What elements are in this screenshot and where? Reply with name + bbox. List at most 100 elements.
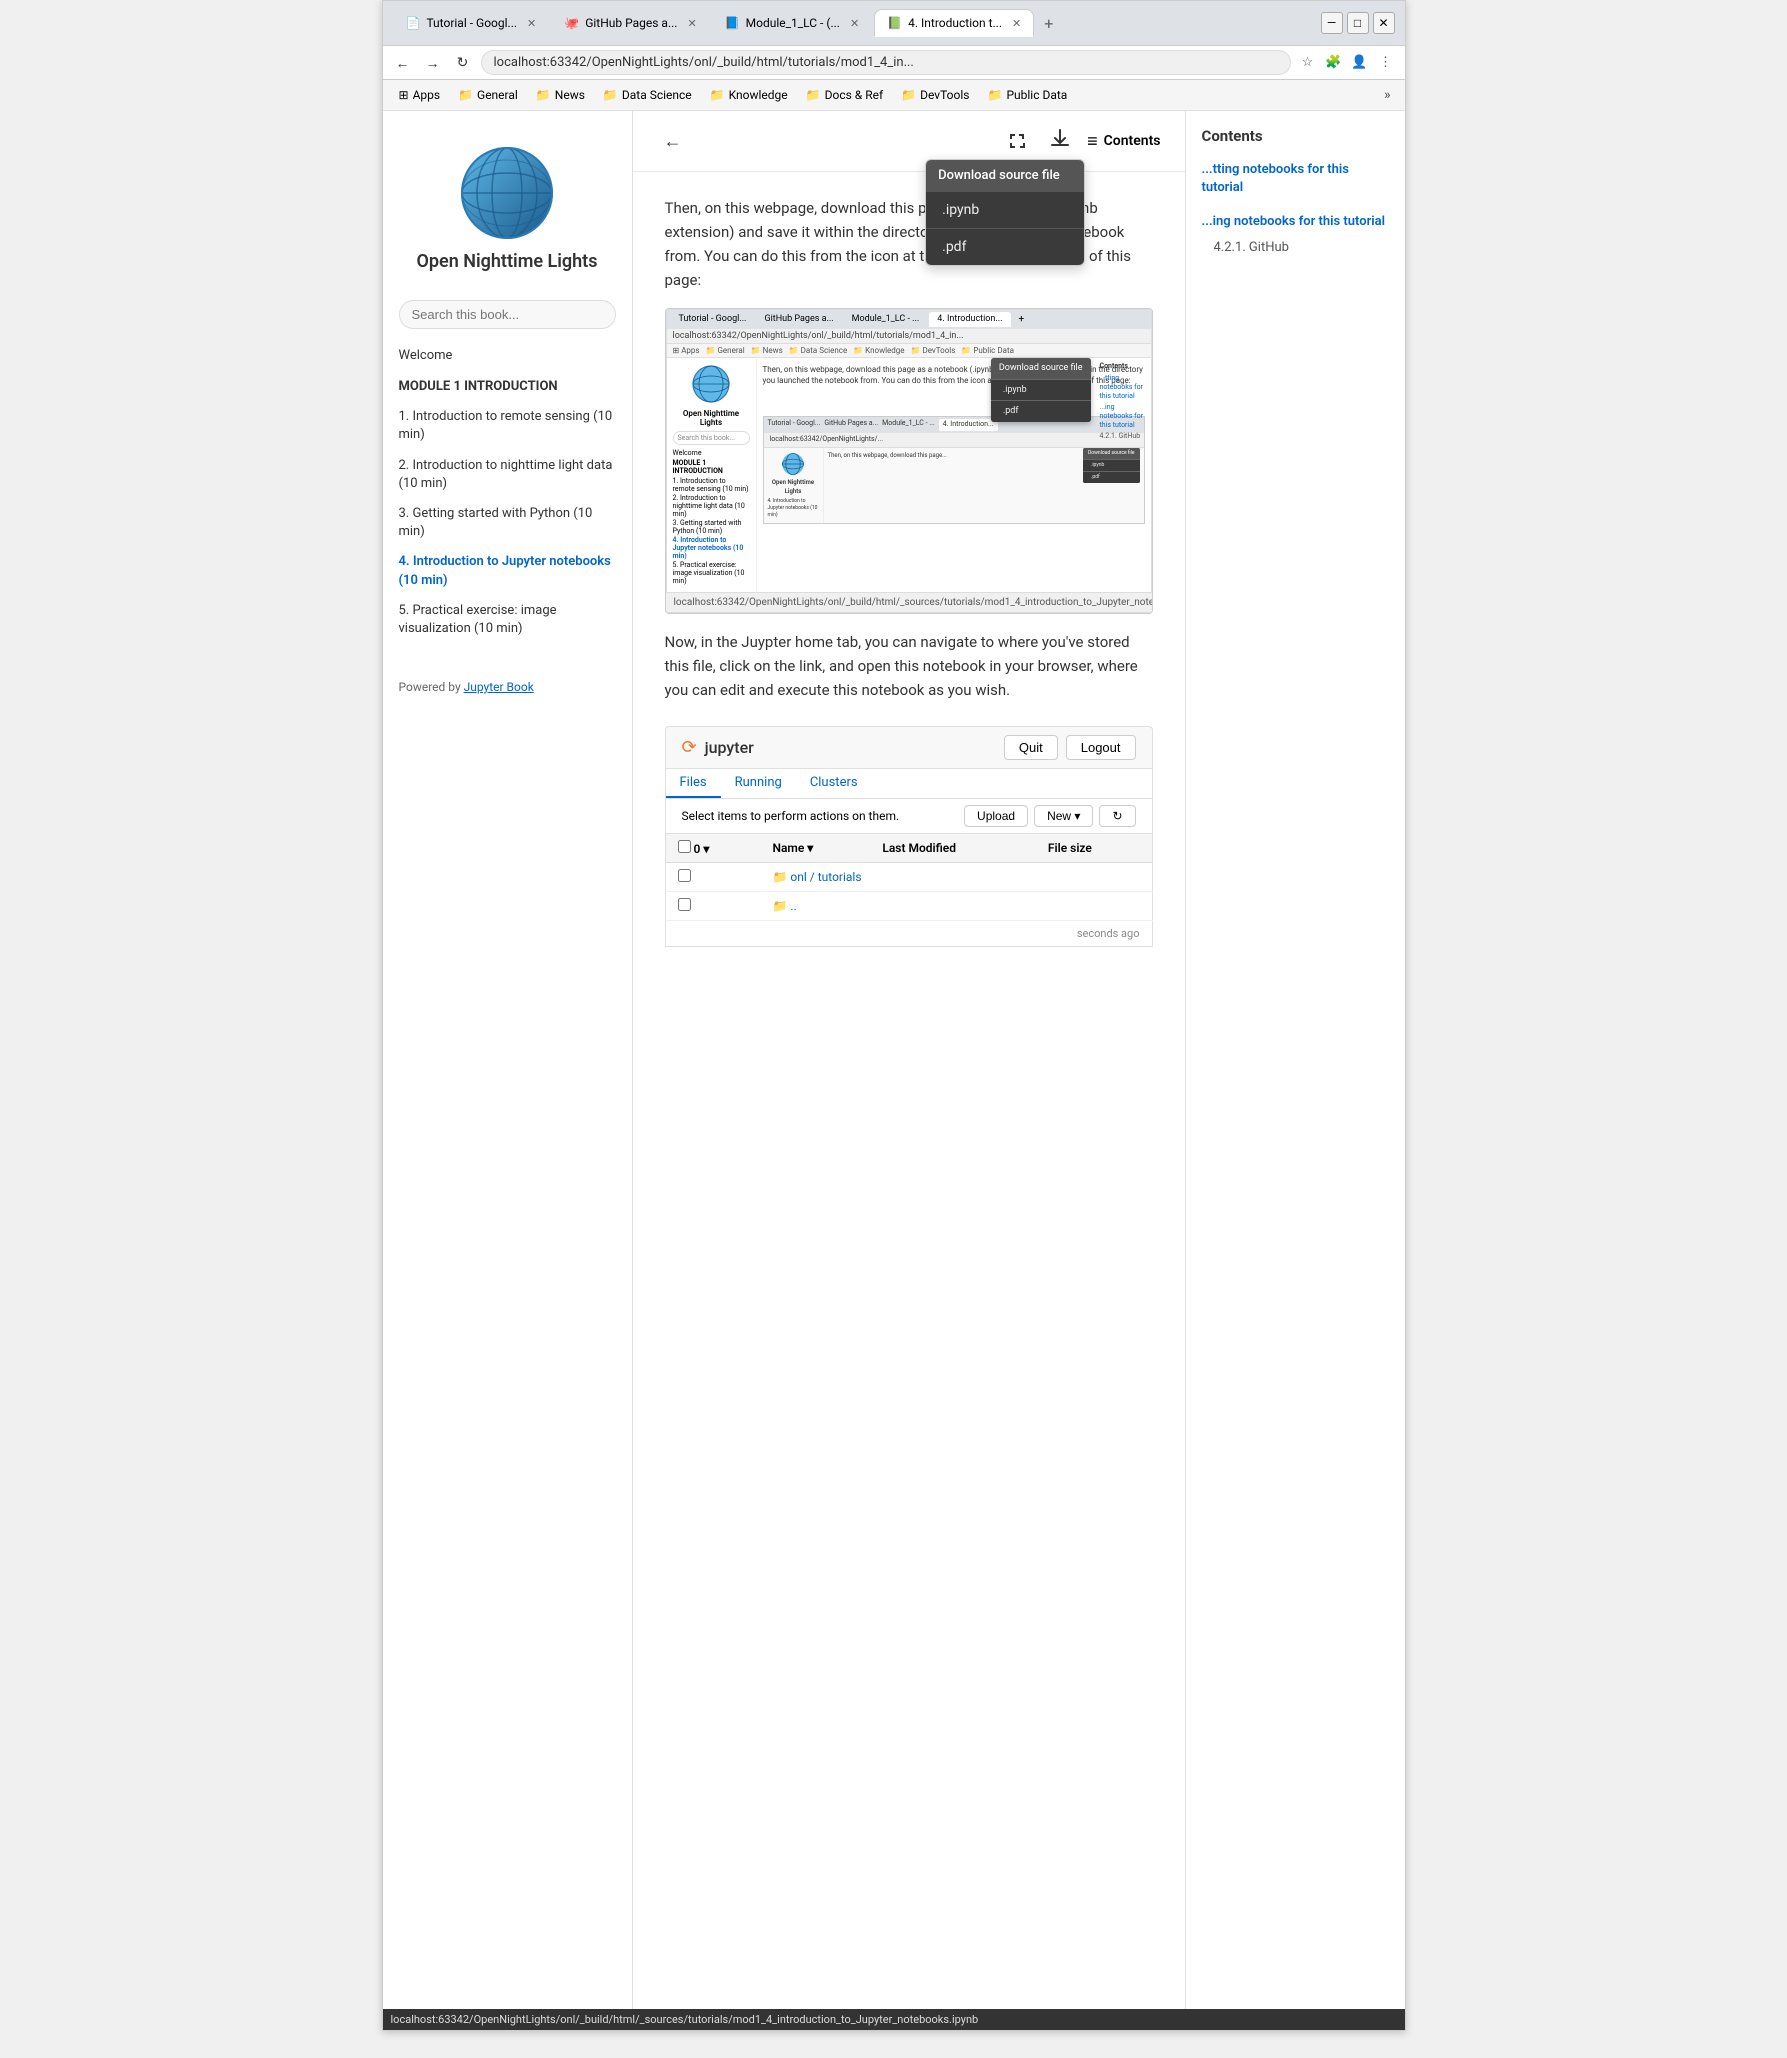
bookmark-public-data[interactable]: 📁 Public Data xyxy=(979,85,1075,105)
tab-github[interactable]: 🐙 GitHub Pages a... ✕ xyxy=(551,9,709,37)
nested-tabs: Tutorial - Googl... GitHub Pages a... Mo… xyxy=(667,310,1151,329)
jupyter-tab-clusters[interactable]: Clusters xyxy=(796,769,872,798)
tab4-icon: 📗 xyxy=(887,16,902,30)
nested-tab4: 4. Introduction... xyxy=(929,312,1010,327)
tab2-label: GitHub Pages a... xyxy=(585,16,677,30)
bookmark-general-label: General xyxy=(477,88,518,102)
row-checkbox-2[interactable] xyxy=(678,898,691,911)
toc-icon[interactable]: ≡ xyxy=(1087,131,1098,152)
extensions-icon[interactable]: 🧩 xyxy=(1323,52,1345,74)
minimize-button[interactable]: — xyxy=(1321,12,1343,34)
tab3-close[interactable]: ✕ xyxy=(850,17,859,30)
forward-button[interactable]: → xyxy=(421,51,445,75)
nav-item-3[interactable]: 3. Getting started with Python (10 min) xyxy=(391,499,624,547)
nav-item-5[interactable]: 5. Practical exercise: image visualizati… xyxy=(391,596,624,644)
tab-strip: 📄 Tutorial - Googl... ✕ 🐙 GitHub Pages a… xyxy=(393,9,1305,37)
table-name-header[interactable]: Name ▾ xyxy=(761,834,871,863)
folder-icon-devtools: 📁 xyxy=(901,88,916,102)
jupyter-upload-button[interactable]: Upload xyxy=(964,805,1028,827)
search-input[interactable] xyxy=(399,300,616,329)
deep-nested-screenshot: Tutorial - Googl... GitHub Pages a... Mo… xyxy=(763,416,1145,524)
nested-screenshot: Tutorial - Googl... GitHub Pages a... Mo… xyxy=(665,308,1153,614)
jupyter-timestamp: seconds ago xyxy=(665,921,1153,947)
content-body: Then, on this webpage, download this pag… xyxy=(633,172,1185,971)
download-ipynb[interactable]: .ipynb xyxy=(926,191,1084,228)
bookmark-knowledge[interactable]: 📁 Knowledge xyxy=(702,85,796,105)
menu-icon[interactable]: ⋮ xyxy=(1375,52,1397,74)
url-input[interactable]: localhost:63342/OpenNightLights/onl/_bui… xyxy=(481,50,1291,75)
breadcrumb-text[interactable]: onl / tutorials xyxy=(790,870,861,884)
nested-tab-new: + xyxy=(1013,312,1031,327)
nested-tab1: Tutorial - Googl... xyxy=(671,312,755,327)
jupyter-quit-button[interactable]: Quit xyxy=(1004,735,1058,760)
toc-item-3[interactable]: 4.2.1. GitHub xyxy=(1202,236,1389,255)
main-content: ← xyxy=(633,111,1185,2009)
title-bar: 📄 Tutorial - Googl... ✕ 🐙 GitHub Pages a… xyxy=(383,1,1405,46)
refresh-button[interactable]: ↻ xyxy=(451,51,475,75)
download-button[interactable] xyxy=(1045,123,1075,159)
toc-area: ≡ Contents xyxy=(1087,131,1160,152)
jupyter-logout-button[interactable]: Logout xyxy=(1066,735,1136,760)
nested-addr: localhost:63342/OpenNightLights/onl/_bui… xyxy=(667,329,1151,344)
download-dropdown: Download source file .ipynb .pdf xyxy=(1045,123,1075,159)
folder-icon-datascience: 📁 xyxy=(603,88,618,102)
tab1-close[interactable]: ✕ xyxy=(527,17,536,30)
jupyter-tab-running[interactable]: Running xyxy=(721,769,796,798)
nav-item-1[interactable]: 1. Introduction to remote sensing (10 mi… xyxy=(391,402,624,450)
address-icons: ☆ 🧩 👤 ⋮ xyxy=(1297,52,1397,74)
bookmark-star-icon[interactable]: ☆ xyxy=(1297,52,1319,74)
download-pdf[interactable]: .pdf xyxy=(926,228,1084,265)
toc-item-1[interactable]: ...tting notebooks for this tutorial xyxy=(1202,157,1389,201)
status-url: localhost:63342/OpenNightLights/onl/_bui… xyxy=(391,2013,979,2026)
table-modified-header[interactable]: Last Modified xyxy=(870,834,1036,863)
bookmark-general[interactable]: 📁 General xyxy=(450,85,526,105)
nested-globe-icon xyxy=(691,364,731,404)
bookmark-news-label: News xyxy=(555,88,585,102)
status-bar: localhost:63342/OpenNightLights/onl/_bui… xyxy=(383,2009,1405,2030)
back-button[interactable]: ← xyxy=(391,51,415,75)
content-paragraph-2: Now, in the Juypter home tab, you can na… xyxy=(665,630,1153,702)
breadcrumb: 📁 xyxy=(773,870,791,884)
sidebar: Open Nighttime Lights Welcome MODULE 1 I… xyxy=(383,111,633,2009)
bookmark-publicdata-label: Public Data xyxy=(1006,88,1067,102)
table-checkbox-col: 0 ▾ xyxy=(665,834,761,863)
toc-item-2[interactable]: ...ing notebooks for this tutorial xyxy=(1202,209,1389,235)
tab4-close[interactable]: ✕ xyxy=(1012,17,1021,30)
bookmark-news[interactable]: 📁 News xyxy=(528,85,593,105)
contents-label: Contents xyxy=(1104,133,1161,149)
bookmarks-more-button[interactable]: » xyxy=(1378,84,1397,106)
jupyter-buttons: Quit Logout xyxy=(1004,735,1136,760)
bookmark-apps[interactable]: ⊞ Apps xyxy=(391,85,449,105)
close-button[interactable]: ✕ xyxy=(1373,12,1395,34)
table-size-header[interactable]: File size xyxy=(1036,834,1152,863)
jupyter-tab-files[interactable]: Files xyxy=(666,769,721,798)
bookmark-devtools[interactable]: 📁 DevTools xyxy=(893,85,977,105)
nested-main: Then, on this webpage, download this pag… xyxy=(757,358,1151,592)
jupyter-refresh-button[interactable]: ↻ xyxy=(1099,805,1135,827)
tab-module[interactable]: 📘 Module_1_LC - (... ✕ xyxy=(712,9,873,37)
page-back-button[interactable]: ← xyxy=(657,125,689,157)
profile-icon[interactable]: 👤 xyxy=(1349,52,1371,74)
new-tab-button[interactable]: + xyxy=(1036,10,1061,37)
bookmark-data-science[interactable]: 📁 Data Science xyxy=(595,85,700,105)
nav-item-welcome[interactable]: Welcome xyxy=(391,341,624,371)
tab-tutorial[interactable]: 📄 Tutorial - Googl... ✕ xyxy=(393,9,550,37)
restore-button[interactable]: □ xyxy=(1347,12,1369,34)
sidebar-nav: Welcome MODULE 1 INTRODUCTION 1. Introdu… xyxy=(383,341,632,644)
tab4-label: 4. Introduction t... xyxy=(908,16,1002,30)
browser-window: 📄 Tutorial - Googl... ✕ 🐙 GitHub Pages a… xyxy=(382,0,1406,2031)
tab2-close[interactable]: ✕ xyxy=(687,17,696,30)
jupyter-new-button[interactable]: New ▾ xyxy=(1034,805,1093,827)
nav-item-2[interactable]: 2. Introduction to nighttime light data … xyxy=(391,451,624,499)
fullscreen-button[interactable] xyxy=(1001,125,1033,157)
table-row-breadcrumb: 📁 onl / tutorials xyxy=(665,863,1152,892)
download-menu: Download source file .ipynb .pdf xyxy=(925,159,1085,266)
jupyter-book-link[interactable]: Jupyter Book xyxy=(464,680,534,694)
row-checkbox[interactable] xyxy=(678,869,691,882)
table-select-all[interactable] xyxy=(678,840,691,853)
tab-introduction[interactable]: 📗 4. Introduction t... ✕ xyxy=(874,9,1034,37)
tab2-icon: 🐙 xyxy=(564,16,579,30)
nested-toc: Contents ...tting notebooks for this tut… xyxy=(1096,358,1151,448)
nav-item-4[interactable]: 4. Introduction to Jupyter notebooks (10… xyxy=(391,547,624,595)
bookmark-docs-ref[interactable]: 📁 Docs & Ref xyxy=(798,85,892,105)
